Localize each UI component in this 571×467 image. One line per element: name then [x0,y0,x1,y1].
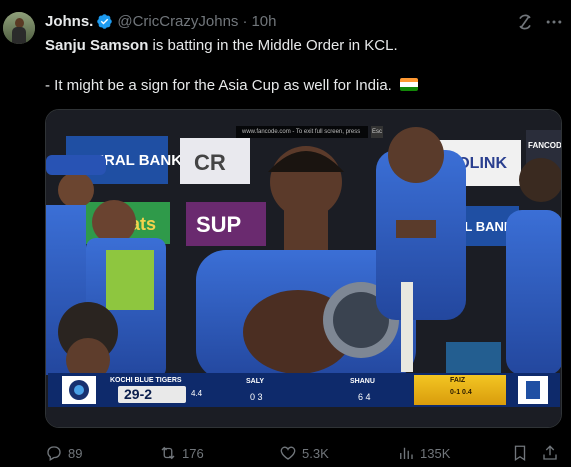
views-icon [400,447,413,459]
tweet-text-rest: is batting in the Middle Order in KCL. [148,37,398,54]
team-score: 29-2 [124,386,153,402]
scoreboard: KOCHI BLUE TIGERS 29-2 4.4 SALY 0 3 SHAN… [48,373,560,407]
tweet-text-bold: Sanju Samson [45,37,149,54]
opponent-logo-icon [518,376,548,404]
hoarding-text-2: CR [194,150,226,175]
hoarding-text-5: SUP [196,212,241,237]
separator-dot: · [242,12,248,30]
verified-badge-icon [96,13,113,30]
tweet-text-line2: - It might be a sign for the Asia Cup as… [45,77,392,94]
tweet-media[interactable]: ERAL BANK CR ECOLINK FANCODE Oats SUP AL… [45,109,562,428]
batting-team: KOCHI BLUE TIGERS [110,377,182,384]
action-bar: 89 176 5.3K 135K [45,443,565,463]
overs: 4.4 [191,389,203,398]
reply-count: 89 [68,445,83,461]
views-button[interactable]: 135K [397,443,450,463]
share-icon [543,445,557,460]
repost-count: 176 [182,445,204,461]
like-icon [280,446,296,460]
author-name[interactable]: Johns. [45,13,93,30]
tweet-text: Sanju Samson is batting in the Middle Or… [45,36,555,56]
team-logo-icon [62,376,96,404]
batter-2-runs: 6 4 [358,392,371,402]
hoarding-text-1: ERAL BANK [94,152,182,169]
bookmark-icon [514,445,526,462]
grok-icon[interactable] [515,12,535,32]
like-button[interactable]: 5.3K [279,443,329,463]
reply-button[interactable]: 89 [45,443,82,463]
bowler-figures: 0-1 0.4 [450,389,472,396]
bookmark-button[interactable] [511,443,534,463]
repost-icon [161,446,175,460]
batter-2-name: SHANU [350,378,375,385]
repost-button[interactable]: 176 [159,443,204,463]
timestamp[interactable]: 10h [251,13,276,30]
tweet-header: Johns. @CricCrazyJohns · 10h [45,10,276,32]
author-handle[interactable]: @CricCrazyJohns [117,13,238,30]
esc-key-hint: Esc [371,126,383,138]
batter-1-name: SALY [246,378,265,385]
svg-text:FANCODE: FANCODE [528,141,562,150]
batter-1-runs: 0 3 [250,392,263,402]
fullscreen-notice: www.fancode.com - To exit full screen, p… [236,126,368,138]
like-count: 5.3K [302,445,329,461]
india-flag-icon [400,78,419,91]
reply-icon [47,446,61,461]
tweet-text-line2-wrap: - It might be a sign for the Asia Cup as… [45,76,419,96]
views-count: 135K [420,445,451,461]
more-icon[interactable] [544,12,564,32]
share-button[interactable] [541,443,564,463]
avatar[interactable] [3,12,35,44]
bowler-name: FAIZ [450,377,466,384]
